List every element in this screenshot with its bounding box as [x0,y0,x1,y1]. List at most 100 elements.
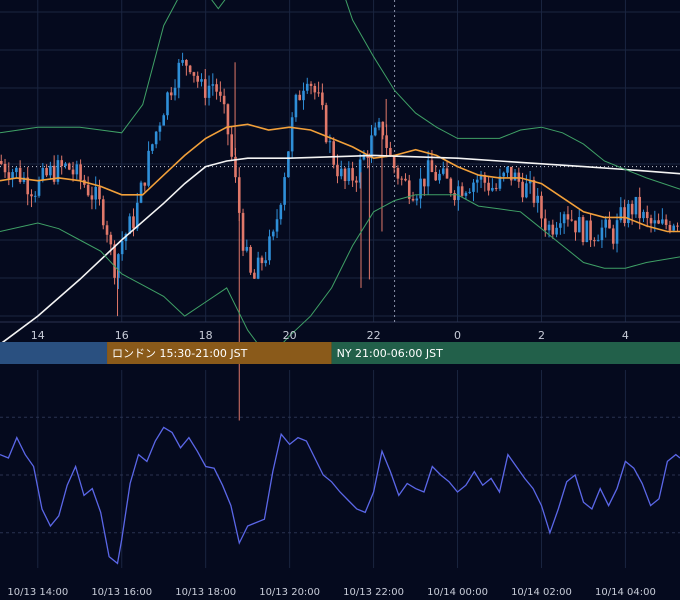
candle-body [611,228,615,244]
candle-body [494,187,498,189]
session-bar: ロンドン 15:30-21:00 JST NY 21:00-06:00 JST [0,342,680,364]
candle-body [593,240,596,242]
candle-body [491,187,494,191]
price-x-tick-label: 14 [31,329,45,342]
candle-body [574,220,577,233]
candle-body [627,203,630,224]
candle-body [109,234,113,245]
candle-body [487,182,490,191]
candle-body [41,167,45,180]
candle-body [120,241,124,255]
candle-body [449,178,453,194]
candle-body [33,195,37,197]
candle-body [264,260,268,264]
candle-body [132,216,135,229]
osc-x-tick-label: 10/13 14:00 [7,587,68,598]
candle-body [566,214,570,220]
candle-body [634,196,638,215]
candle-body [275,219,279,232]
candle-body [143,182,147,186]
candle-body [147,150,150,186]
candle-body [619,207,623,221]
candle-body [162,115,166,126]
candle-body [672,225,676,231]
price-x-tick-label: 0 [454,329,461,342]
candle-body [506,166,509,173]
candle-body [283,177,286,205]
candle-body [90,195,94,200]
candle-body [249,246,252,273]
candle-body [200,79,203,82]
candle-body [45,167,48,176]
candle-body [290,117,294,152]
candle-body [268,236,271,261]
candle-body [445,168,449,179]
candle-body [562,214,566,224]
candle-body [98,186,101,200]
candle-body [113,244,116,278]
candle-body [400,178,404,180]
candle-body [525,183,528,198]
candle-body [653,220,657,224]
candle-body [649,218,653,224]
candle-body [339,168,343,177]
candle-body [426,160,430,187]
price-x-tick-label: 16 [115,329,129,342]
osc-x-tick-label: 10/13 16:00 [91,587,152,598]
candle-body [305,83,309,91]
session-label: NY 21:00-06:00 JST [337,347,444,360]
candle-body [7,172,11,179]
candle-body [385,135,388,148]
candle-body [60,160,64,167]
candle-body [177,62,181,88]
candle-body [536,195,540,203]
candle-body [256,257,260,279]
candle-body [577,217,581,233]
candle-body [343,168,347,182]
candle-body [623,207,626,224]
candle-body [101,199,105,226]
candle-body [169,92,173,96]
candle-body [151,144,154,151]
candle-body [570,219,574,221]
candle-body [245,246,249,251]
candle-body [392,156,396,168]
candle-body [321,92,324,106]
candle-body [222,95,226,105]
candle-body [11,172,14,179]
candle-body [154,131,158,145]
candle-body [547,224,551,231]
candle-body [373,127,377,136]
candle-body [540,195,543,219]
candle-body [64,163,67,167]
candle-body [298,94,302,101]
chart-background [0,0,680,600]
candle-body [551,224,555,235]
price-x-tick-label: 22 [367,329,381,342]
candle-body [411,198,415,201]
candle-body [589,220,592,241]
candle-body [71,169,75,175]
candle-body [464,192,468,196]
candle-body [0,161,3,164]
candle-body [513,172,517,181]
candle-body [226,104,230,135]
candle-body [615,220,619,244]
candle-body [188,65,192,73]
candle-body [377,121,381,128]
candle-body [600,227,604,241]
candle-body [219,91,222,96]
candle-body [555,227,558,235]
price-x-tick-label: 18 [199,329,213,342]
candle-body [86,184,90,196]
candle-body [253,272,256,279]
candle-body [215,84,218,92]
candle-body [287,151,290,178]
candle-body [638,196,642,219]
session-label: ロンドン 15:30-21:00 JST [112,347,248,360]
candle-body [332,141,336,165]
candle-body [460,186,464,196]
candle-body [49,165,52,176]
candle-body [581,217,585,243]
candle-body [207,85,211,98]
